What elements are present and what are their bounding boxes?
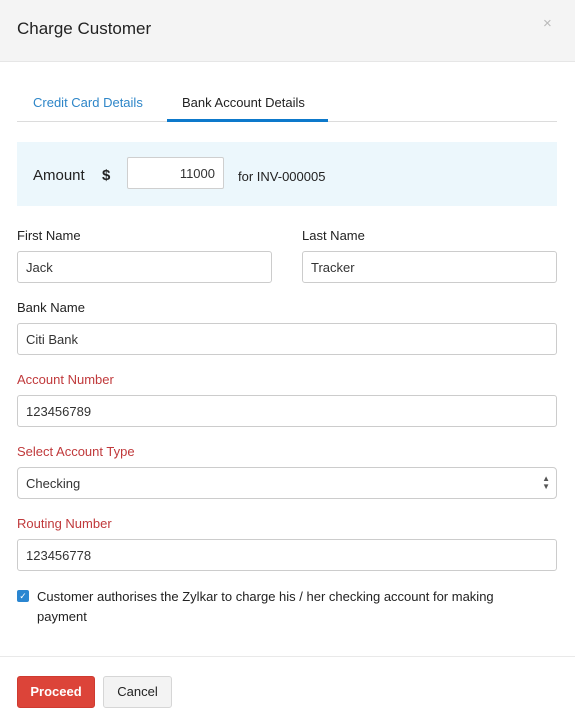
account-number-label: Account Number xyxy=(17,372,114,387)
currency-symbol: $ xyxy=(102,167,111,184)
bank-name-label: Bank Name xyxy=(17,300,85,315)
routing-number-label: Routing Number xyxy=(17,516,112,531)
account-type-label: Select Account Type xyxy=(17,444,135,459)
amount-panel: Amount $ for INV-000005 xyxy=(17,142,557,206)
account-type-select[interactable]: Checking ▲ ▼ xyxy=(17,467,557,499)
select-arrows-icon: ▲ ▼ xyxy=(542,474,550,491)
authorization-text: Customer authorises the Zylkar to charge… xyxy=(37,589,494,624)
tab-credit-card-details[interactable]: Credit Card Details xyxy=(33,95,143,110)
account-type-selected-value: Checking xyxy=(26,476,81,491)
tab-bar: Credit Card Details Bank Account Details xyxy=(17,88,557,122)
active-tab-indicator xyxy=(167,119,328,122)
bank-name-input[interactable] xyxy=(17,323,557,355)
amount-input[interactable] xyxy=(127,157,224,189)
close-icon[interactable]: × xyxy=(543,16,552,31)
proceed-button[interactable]: Proceed xyxy=(17,676,95,708)
last-name-input[interactable] xyxy=(302,251,557,283)
cancel-button[interactable]: Cancel xyxy=(103,676,172,708)
last-name-label: Last Name xyxy=(302,228,365,243)
footer-divider xyxy=(0,656,575,657)
first-name-input[interactable] xyxy=(17,251,272,283)
invoice-reference: for INV-000005 xyxy=(238,169,326,184)
amount-label: Amount xyxy=(33,167,85,184)
dialog-title: Charge Customer xyxy=(17,19,152,38)
tab-bank-account-details[interactable]: Bank Account Details xyxy=(182,95,305,110)
first-name-label: First Name xyxy=(17,228,81,243)
account-number-input[interactable] xyxy=(17,395,557,427)
routing-number-input[interactable] xyxy=(17,539,557,571)
authorization-checkbox[interactable]: ✓ xyxy=(17,590,29,602)
dialog-header: Charge Customer × xyxy=(0,0,575,62)
